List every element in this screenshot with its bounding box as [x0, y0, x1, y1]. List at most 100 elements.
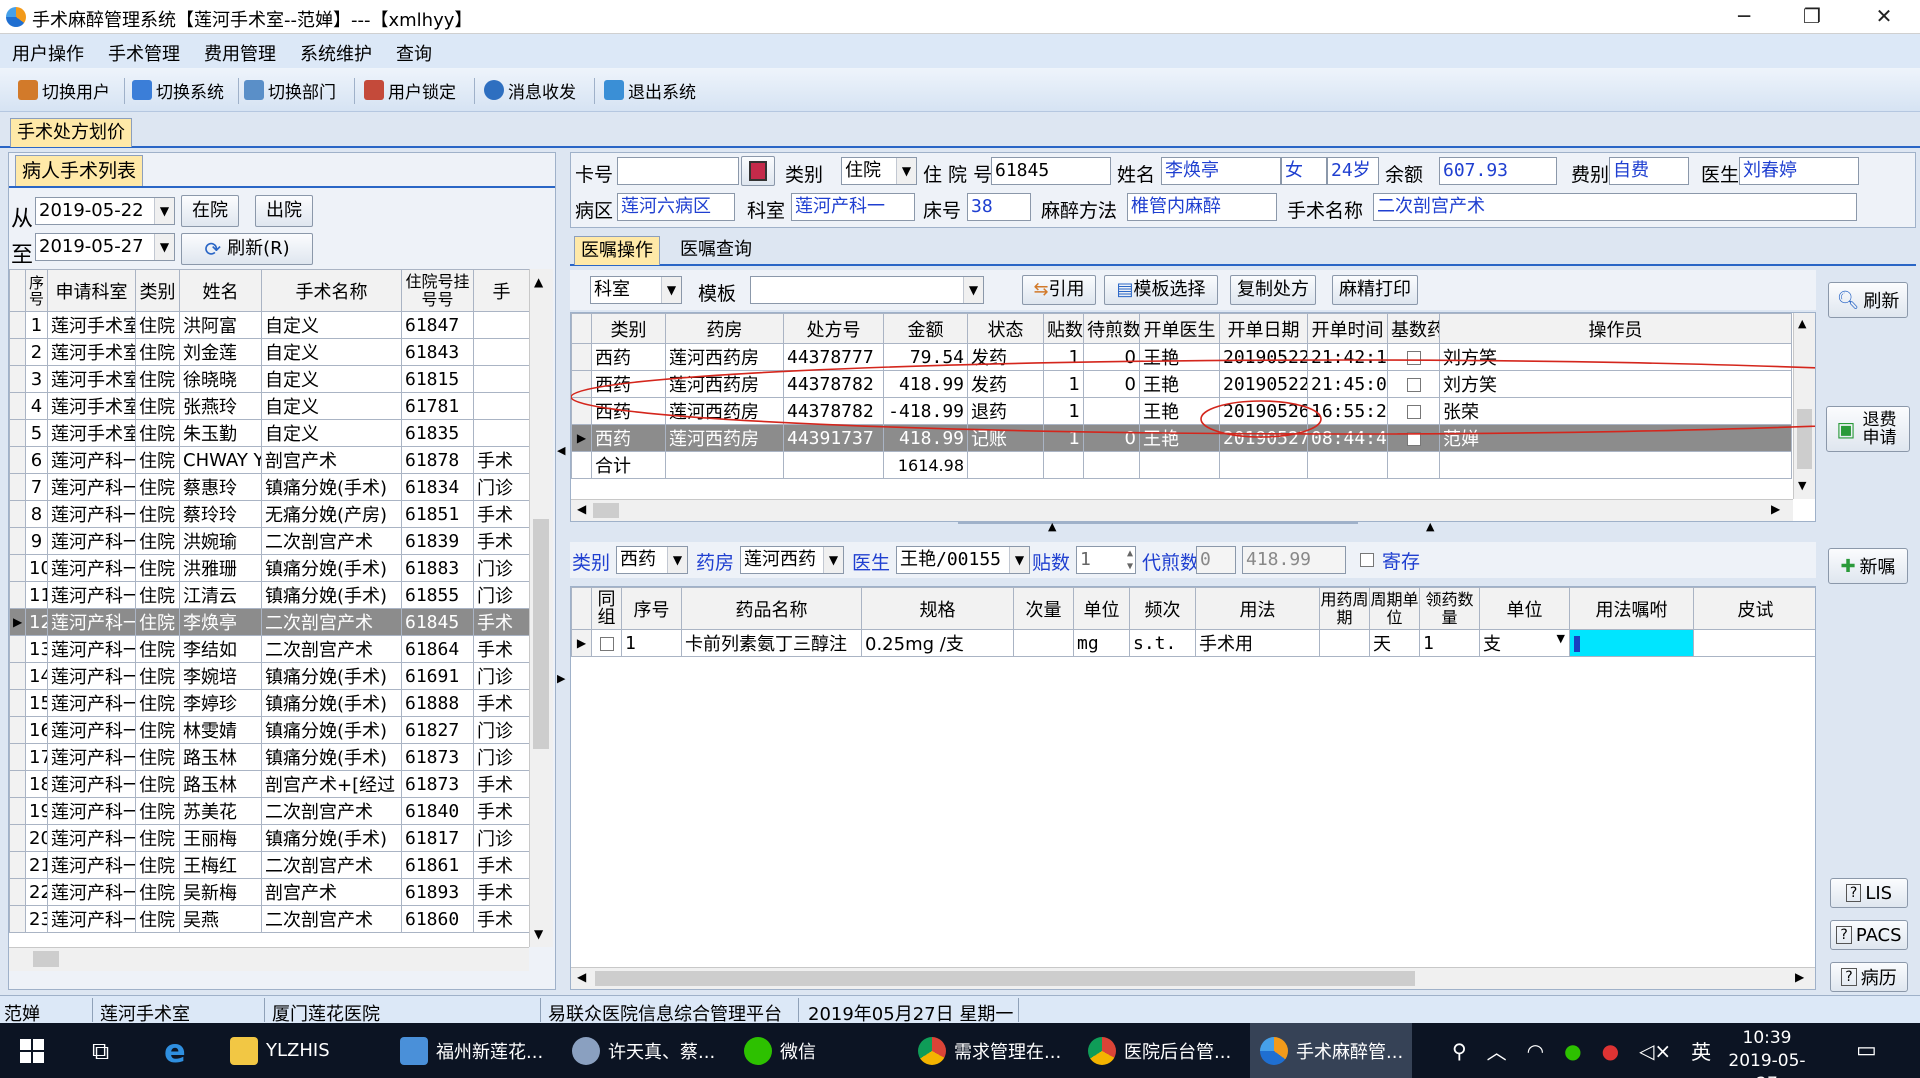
tab-patient-list[interactable]: 病人手术列表 [15, 155, 144, 186]
table-row[interactable]: 5 莲河手术室 住院 朱玉勤 自定义 61835 [9, 419, 529, 447]
menu-system[interactable]: 系统维护 [300, 40, 372, 66]
narcotics-print-button[interactable]: 麻精打印 [1332, 275, 1418, 305]
pacs-button[interactable]: ? PACS [1830, 920, 1908, 950]
table-row[interactable]: 17莲河产科一住院路玉林镇痛分娩(手术)61873门诊 [9, 743, 529, 771]
prescriber-select[interactable]: 王艳/00155 ▼ [896, 546, 1030, 574]
rx-hscroll[interactable]: ◀ ▶ [571, 499, 1793, 521]
table-row[interactable]: 2 莲河手术室 住院 刘金莲 自定义 61843 [9, 338, 529, 366]
drug-hscroll[interactable]: ◀ ▶ [571, 967, 1815, 989]
refresh-list-button[interactable]: ⟳ 刷新(R) [181, 233, 313, 265]
base-drug-checkbox[interactable] [1406, 431, 1421, 446]
anes-method-field[interactable]: 椎管内麻醉 [1127, 193, 1277, 221]
table-row[interactable]: 14莲河产科一住院李婉培镇痛分娩(手术)61691门诊 [9, 662, 529, 690]
wechat-tray-icon[interactable]: ● [1564, 1039, 1581, 1063]
notification-button[interactable]: ▭ [1856, 1023, 1877, 1078]
menu-fees[interactable]: 费用管理 [204, 40, 276, 66]
type-select[interactable]: 住院 ▼ [841, 157, 917, 185]
scroll-thumb[interactable] [533, 519, 549, 749]
template-select-button[interactable]: ▤模板选择 [1104, 275, 1218, 305]
switch-system-button[interactable]: 切换系统 [132, 78, 224, 103]
unit-select-cell[interactable]: 支 ▼ [1479, 629, 1570, 657]
in-hospital-button[interactable]: 在院 [181, 195, 239, 227]
table-row[interactable]: 西药 莲河西药房 44378777 79.54 发药 1 0 王艳 20190522 21:42:… [571, 343, 1792, 371]
rx-scrollbar[interactable]: ▲ ▼ [1793, 313, 1815, 499]
table-row[interactable]: 西药 莲河西药房 44378782 418.99 发药 1 0 王艳 20190522 21:45… [571, 370, 1792, 398]
template-select[interactable]: ▼ [750, 276, 984, 304]
tab-order-query[interactable]: 医嘱查询 [674, 236, 758, 264]
history-button[interactable]: ? 病历 [1830, 962, 1908, 992]
table-row[interactable]: 西药 莲河西药房 44378782 -418.99 退药 1 王艳 20190526 16:55… [571, 397, 1792, 425]
messages-button[interactable]: 消息收发 [484, 78, 576, 103]
discharged-button[interactable]: 出院 [255, 195, 313, 227]
table-row[interactable]: ▶12莲河产科一住院李焕亭二次剖宫产术61845手术 [9, 608, 529, 636]
table-row[interactable]: 11莲河产科一住院江清云镇痛分娩(手术)61855门诊 [9, 581, 529, 609]
switch-dept-button[interactable]: 切换部门 [244, 78, 336, 103]
table-row[interactable]: 16莲河产科一住院林雯婧镇痛分娩(手术)61827门诊 [9, 716, 529, 744]
table-row[interactable]: ▶ 西药 莲河西药房 44391737 418.99 记账 1 0 王艳 20190527 08:4… [571, 424, 1792, 452]
switch-user-button[interactable]: 切换用户 [18, 78, 110, 103]
horizontal-splitter[interactable]: ▲ ▲ [570, 520, 1916, 536]
lock-user-button[interactable]: 用户锁定 [364, 78, 456, 103]
table-row[interactable]: 10莲河产科一住院洪雅珊镇痛分娩(手术)61883门诊 [9, 554, 529, 582]
table-row[interactable]: 9 莲河产科一 住院 洪婉瑜 二次剖宫产术 61839 手术 [9, 527, 529, 555]
table-row[interactable]: 1 莲河手术室 住院 洪阿富 自定义 61847 [9, 311, 529, 339]
panel-splitter[interactable]: ◀ ▶ [556, 152, 568, 990]
amount-field[interactable]: 418.99 [1242, 546, 1346, 574]
scroll-thumb[interactable] [595, 971, 1415, 986]
start-button[interactable] [20, 1023, 44, 1078]
table-row[interactable]: 3 莲河手术室 住院 徐晓晓 自定义 61815 [9, 365, 529, 393]
taskbar-app-chrome-1[interactable]: 需求管理在... [918, 1023, 1061, 1078]
wifi-icon[interactable]: ◠ [1527, 1039, 1544, 1063]
pharmacy-select[interactable]: 莲河西药 ▼ [740, 546, 844, 574]
table-row[interactable]: 18莲河产科一住院路玉林剖宫产术+[经过61873手术 [9, 770, 529, 798]
card-field[interactable] [617, 157, 739, 185]
to-date-picker[interactable]: 2019-05-27 ▼ [35, 233, 175, 261]
taskbar-app-chrome-2[interactable]: 医院后台管... [1088, 1023, 1231, 1078]
table-row[interactable]: 7 莲河产科一 住院 蔡惠玲 镇痛分娩(手术) 61834 门诊 [9, 473, 529, 501]
base-drug-checkbox[interactable] [1406, 377, 1421, 392]
table-row[interactable]: 4 莲河手术室 住院 张燕玲 自定义 61781 [9, 392, 529, 420]
minimize-button[interactable]: ─ [1716, 0, 1772, 34]
scroll-thumb[interactable] [593, 503, 619, 518]
sex-field[interactable]: 女 [1281, 157, 1327, 185]
task-view-button[interactable]: ⧉ [92, 1023, 109, 1078]
tab-surgery-prescription[interactable]: 手术处方划价 [10, 118, 132, 147]
name-field[interactable]: 李焕亭 [1161, 157, 1281, 185]
refund-request-button[interactable]: ▣ 退费申请 [1826, 406, 1910, 452]
table-row[interactable]: 23莲河产科一住院吴燕二次剖宫产术61860手术 [9, 905, 529, 933]
edge-button[interactable]: e [164, 1023, 186, 1078]
scroll-thumb[interactable] [1797, 409, 1812, 469]
taskbar-app-anesthesia[interactable]: 手术麻醉管... [1250, 1023, 1412, 1078]
taskbar-app-fuzhou[interactable]: 福州新莲花... [400, 1023, 543, 1078]
doctor-field[interactable]: 刘春婷 [1739, 157, 1859, 185]
app-tray-icon[interactable]: ● [1602, 1039, 1619, 1063]
group-checkbox[interactable] [599, 636, 614, 651]
drug-type-select[interactable]: 西药 ▼ [616, 546, 688, 574]
surgery-name-field[interactable]: 二次剖宫产术 [1373, 193, 1857, 221]
person-icon[interactable]: ⚲ [1452, 1039, 1467, 1063]
table-row[interactable]: 22莲河产科一住院吴新梅剖宫产术61893手术 [9, 878, 529, 906]
taskbar-app-ylzhis[interactable]: YLZHIS [230, 1023, 330, 1078]
patient-list-hscroll[interactable] [9, 947, 529, 971]
copy-prescription-button[interactable]: 复制处方 [1230, 275, 1316, 305]
chevron-up-icon[interactable]: ︿ [1487, 1036, 1507, 1065]
decoct-field[interactable]: 0 [1196, 546, 1236, 574]
usage-note-input[interactable] [1569, 629, 1694, 657]
refresh-button[interactable]: 🔍︎ 刷新 [1828, 282, 1908, 318]
menu-surgery[interactable]: 手术管理 [108, 40, 180, 66]
menu-query[interactable]: 查询 [396, 40, 432, 66]
lis-button[interactable]: ? LIS [1830, 878, 1908, 908]
card-reader-button[interactable] [741, 156, 775, 186]
table-row[interactable]: 21莲河产科一住院王梅红二次剖宫产术61861手术 [9, 851, 529, 879]
ward-field[interactable]: 莲河六病区 [617, 193, 735, 221]
menu-user-ops[interactable]: 用户操作 [12, 40, 84, 66]
dept-field[interactable]: 莲河产科一 [791, 193, 915, 221]
table-row[interactable]: ▶ 1 卡前列素氨丁三醇注 0.25mg /支 mg s.t. 手术用天 1 支 ▼ [571, 629, 1815, 657]
bed-field[interactable]: 38 [967, 193, 1031, 221]
table-row[interactable]: 13莲河产科一住院李结如二次剖宫产术61864手术 [9, 635, 529, 663]
table-row[interactable]: 19莲河产科一住院苏美花二次剖宫产术61840手术 [9, 797, 529, 825]
dose-count-stepper[interactable]: 1 ▲ ▼ [1076, 546, 1136, 574]
taskbar-app-chat-group[interactable]: 许天真、蔡... [572, 1023, 715, 1078]
taskbar-app-wechat[interactable]: 微信 [744, 1023, 816, 1078]
new-order-button[interactable]: ✚ 新嘱 [1828, 548, 1908, 584]
